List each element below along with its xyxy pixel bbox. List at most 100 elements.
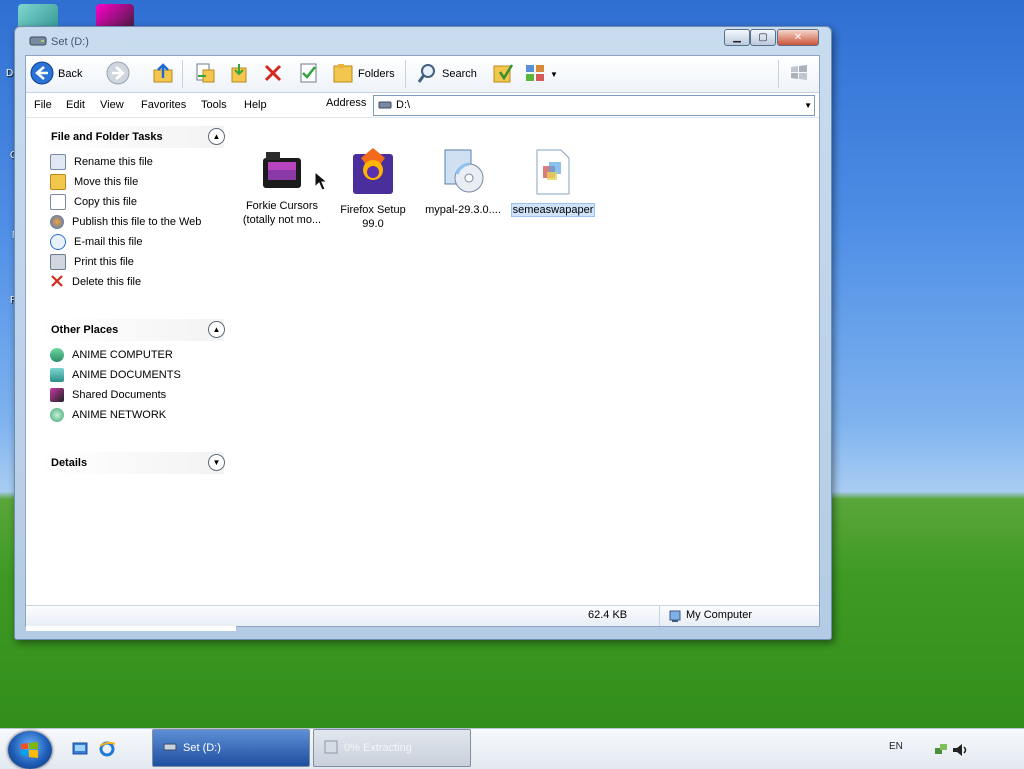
copy-to-button[interactable] (228, 62, 250, 86)
drive-icon (378, 99, 392, 114)
move-icon (50, 174, 66, 190)
properties-button[interactable] (298, 62, 320, 86)
network-icon (50, 408, 64, 422)
task-email[interactable]: E-mail this file (50, 234, 142, 250)
expand-down-icon[interactable]: ▼ (208, 454, 225, 471)
window-client: Back Folders Search ▼ File Edit View Fav… (25, 55, 820, 631)
archive-icon (324, 740, 338, 757)
mouse-cursor-icon (314, 170, 329, 194)
file-name: Forkie Cursors (totally not mo... (242, 200, 322, 226)
image-file-icon (533, 148, 573, 199)
search-icon (416, 62, 438, 87)
place-computer[interactable]: ANIME COMPUTER (50, 347, 173, 363)
address-label: Address (326, 97, 367, 109)
toolbar-separator (182, 60, 183, 88)
window-title: Set (D:) (51, 36, 89, 48)
taskbar-window-explorer[interactable]: Set (D:) (152, 729, 310, 767)
taskbar-window-extracting[interactable]: 0% Extracting (313, 729, 471, 767)
place-network[interactable]: ANIME NETWORK (50, 407, 166, 423)
menu-edit[interactable]: Edit (66, 99, 85, 111)
firefox-installer-icon (351, 148, 395, 199)
start-button[interactable] (8, 731, 52, 769)
search-label: Search (442, 68, 477, 80)
move-to-button[interactable] (194, 62, 216, 86)
close-button[interactable]: ✕ (777, 29, 819, 46)
globe-icon (50, 215, 64, 229)
copy-to-icon (228, 62, 250, 87)
file-item[interactable]: mypal-29.3.0.... (418, 148, 508, 217)
shared-folder-icon (50, 388, 64, 402)
file-name: Firefox Setup 99.0 (340, 204, 406, 230)
task-delete[interactable]: Delete this file (50, 274, 141, 290)
task-label: Copy this file (74, 196, 137, 208)
task-label: Rename this file (74, 156, 153, 168)
menu-file[interactable]: File (34, 99, 52, 111)
task-label: Print this file (74, 256, 134, 268)
task-label: Delete this file (72, 276, 142, 288)
task-publish[interactable]: Publish this file to the Web (50, 214, 201, 230)
other-places-header[interactable]: Other Places ▲ (40, 319, 225, 341)
setup-cd-icon (439, 148, 487, 199)
search-button[interactable]: Search (416, 62, 477, 86)
menu-help[interactable]: Help (244, 99, 267, 111)
forward-arrow-icon (106, 61, 130, 88)
task-move[interactable]: Move this file (50, 174, 138, 190)
menu-favorites[interactable]: Favorites (141, 99, 186, 111)
delete-button[interactable] (262, 62, 284, 86)
place-label: ANIME COMPUTER (72, 349, 173, 361)
file-item[interactable]: Firefox Setup 99.0 (328, 148, 418, 231)
place-shared-documents[interactable]: Shared Documents (50, 387, 166, 403)
address-bar[interactable]: D:\ ▼ (373, 95, 815, 116)
details-header[interactable]: Details ▼ (40, 452, 225, 474)
drive-icon (29, 33, 47, 47)
collapse-up-icon[interactable]: ▲ (208, 321, 225, 338)
folder-icon (260, 148, 304, 195)
place-label: ANIME NETWORK (72, 409, 167, 421)
file-name: semeaswapaper (510, 203, 596, 217)
copy-icon (50, 194, 66, 210)
computer-icon (50, 348, 64, 362)
up-folder-icon (152, 62, 174, 87)
status-separator (659, 606, 660, 626)
windows-logo (788, 62, 810, 86)
up-folder-button[interactable] (152, 62, 174, 86)
title-bar[interactable]: Set (D:) ▁ ▢ ✕ (15, 27, 831, 55)
show-desktop-icon[interactable] (72, 741, 88, 760)
collapse-up-icon[interactable]: ▲ (208, 128, 225, 145)
drive-icon (163, 741, 177, 756)
network-tray-icon[interactable] (934, 743, 948, 760)
rename-icon (50, 154, 66, 170)
menu-view[interactable]: View (100, 99, 124, 111)
task-label: E-mail this file (74, 236, 143, 248)
taskbar: Set (D:) 0% Extracting EN (0, 728, 1024, 769)
delete-x-icon (262, 62, 284, 87)
windows-logo-icon (20, 741, 40, 762)
minimize-button[interactable]: ▁ (724, 29, 750, 46)
chevron-down-icon[interactable]: ▼ (804, 101, 812, 110)
status-location: My Computer (686, 609, 753, 621)
back-button[interactable]: Back (30, 61, 82, 86)
folder-check-icon (492, 62, 514, 87)
taskbar-window-title: 0% Extracting (344, 742, 412, 754)
menu-bar: File Edit View Favorites Tools Help Addr… (26, 93, 819, 118)
folders-button[interactable]: Folders (332, 62, 395, 86)
folders-icon (332, 62, 354, 87)
taskbar-window-title: Set (D:) (183, 742, 221, 754)
task-pane: File and Folder Tasks ▲ Rename this file… (26, 118, 236, 631)
forward-button[interactable] (106, 61, 130, 88)
menu-tools[interactable]: Tools (201, 99, 227, 111)
folder-options-button[interactable] (492, 62, 514, 86)
language-indicator[interactable]: EN (889, 741, 903, 752)
file-tasks-title: File and Folder Tasks (51, 131, 163, 143)
task-rename[interactable]: Rename this file (50, 154, 153, 170)
task-print[interactable]: Print this file (50, 254, 134, 270)
internet-explorer-icon[interactable] (98, 741, 116, 760)
move-to-icon (194, 62, 216, 87)
task-copy[interactable]: Copy this file (50, 194, 137, 210)
views-button[interactable]: ▼ (524, 62, 558, 86)
file-item[interactable]: semeaswapaper (508, 148, 598, 217)
place-documents[interactable]: ANIME DOCUMENTS (50, 367, 181, 383)
file-tasks-header[interactable]: File and Folder Tasks ▲ (40, 126, 225, 148)
volume-tray-icon[interactable] (952, 743, 968, 760)
maximize-button[interactable]: ▢ (750, 29, 776, 46)
